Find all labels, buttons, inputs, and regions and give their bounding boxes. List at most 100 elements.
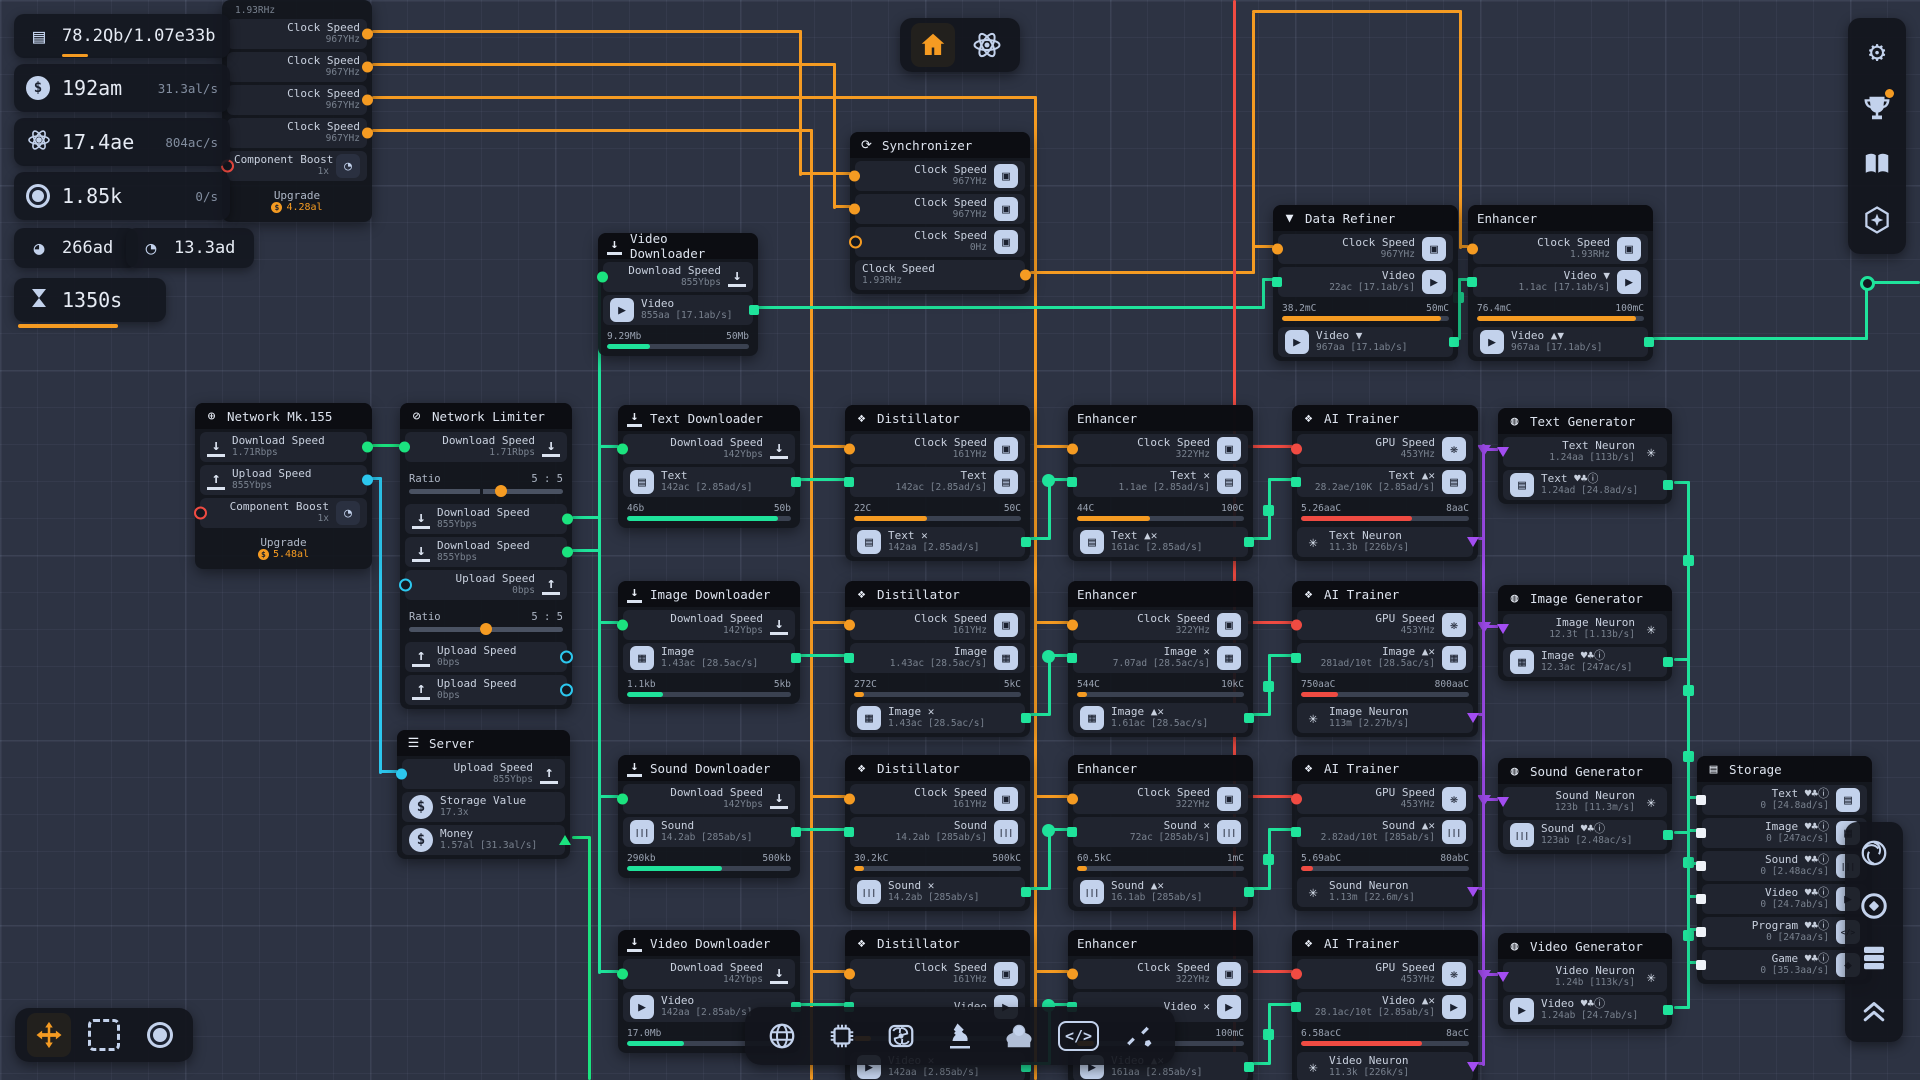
output-port[interactable] xyxy=(1449,337,1459,347)
input-port[interactable] xyxy=(1497,972,1509,982)
node-enhancer-sound[interactable]: EnhancerClock Speed322YHz▣Sound ✕72ac [2… xyxy=(1068,755,1253,911)
node-distillator-sound[interactable]: ❖DistillatorClock Speed161YHz▣Sound14.2a… xyxy=(845,755,1030,911)
ratio-knob[interactable] xyxy=(495,485,507,497)
node-ai-trainer-text[interactable]: ❖AI TrainerGPU Speed453YHz❋Text ▲✕28.2ae… xyxy=(1292,405,1478,561)
output-port[interactable] xyxy=(1663,830,1673,840)
input-port[interactable] xyxy=(1497,447,1509,457)
node-ai-trainer-video[interactable]: ❖AI TrainerGPU Speed453YHz❋Video ▲✕28.1a… xyxy=(1292,930,1478,1080)
input-port[interactable] xyxy=(617,620,628,631)
input-port[interactable] xyxy=(617,794,628,805)
input-port[interactable] xyxy=(1291,653,1301,663)
research-tab[interactable] xyxy=(938,1014,982,1058)
move-tool[interactable] xyxy=(27,1013,71,1057)
hardware-tab[interactable] xyxy=(820,1014,864,1058)
output-port[interactable] xyxy=(362,475,373,486)
output-port[interactable] xyxy=(1663,480,1673,490)
input-port[interactable] xyxy=(844,794,855,805)
node-distillator-image[interactable]: ❖DistillatorClock Speed161YHz▣Image1.43a… xyxy=(845,581,1030,737)
input-port[interactable] xyxy=(1291,794,1302,805)
input-port[interactable] xyxy=(1467,244,1478,255)
node-text-downloader[interactable]: ↓Text DownloaderDownload Speed142Ybps↓▤T… xyxy=(618,405,800,528)
input-port[interactable] xyxy=(1696,894,1706,904)
input-port[interactable] xyxy=(849,171,860,182)
data-storage-pill[interactable]: ▤ 78.2Qb/1.07e33b xyxy=(14,14,230,58)
node-video-downloader-top[interactable]: ↓Video DownloaderDownload Speed855Ybps↓▶… xyxy=(598,233,758,356)
input-port[interactable] xyxy=(194,507,207,520)
output-port[interactable] xyxy=(1663,1005,1673,1015)
input-port[interactable] xyxy=(396,769,407,780)
node-enhancer-text[interactable]: EnhancerClock Speed322YHz▣Text ✕1.1ae [2… xyxy=(1068,405,1253,561)
node-image-generator[interactable]: ◍Image GeneratorImage Neuron12.3t [1.13b… xyxy=(1498,585,1672,681)
input-port[interactable] xyxy=(1067,620,1078,631)
output-port[interactable] xyxy=(559,835,571,845)
output-port[interactable] xyxy=(1021,713,1031,723)
node-data-refiner[interactable]: ▼Data RefinerClock Speed967YHz▣Video22ac… xyxy=(1273,205,1458,361)
input-port[interactable] xyxy=(1291,1002,1301,1012)
node-sound-downloader[interactable]: ↓Sound DownloaderDownload Speed142Ybps↓|… xyxy=(618,755,800,878)
output-port[interactable] xyxy=(1244,713,1254,723)
input-port[interactable] xyxy=(844,477,854,487)
output-port[interactable] xyxy=(362,29,373,40)
input-port[interactable] xyxy=(849,204,860,215)
input-port[interactable] xyxy=(1272,277,1282,287)
output-port[interactable] xyxy=(362,442,373,453)
output-port[interactable] xyxy=(1644,337,1654,347)
ratio-knob[interactable] xyxy=(480,623,492,635)
ratio-slider[interactable] xyxy=(409,489,563,494)
encyclopedia-button[interactable] xyxy=(1855,142,1899,186)
input-port[interactable] xyxy=(1067,653,1077,663)
output-port[interactable] xyxy=(1244,537,1254,547)
output-port[interactable] xyxy=(562,547,573,558)
output-port[interactable] xyxy=(1020,270,1031,281)
input-port[interactable] xyxy=(1696,960,1706,970)
node-text-generator[interactable]: ◍Text GeneratorText Neuron1.24aa [113b/s… xyxy=(1498,408,1672,504)
input-port[interactable] xyxy=(617,444,628,455)
node-enhancer-image[interactable]: EnhancerClock Speed322YHz▣Image ✕7.07ad … xyxy=(1068,581,1253,737)
input-port[interactable] xyxy=(844,620,855,631)
tools-tab[interactable] xyxy=(1116,1014,1160,1058)
node-video-generator[interactable]: ◍Video GeneratorVideo Neuron1.24b [113k/… xyxy=(1498,933,1672,1029)
input-port[interactable] xyxy=(844,653,854,663)
input-port[interactable] xyxy=(1291,477,1301,487)
output-port[interactable] xyxy=(562,514,573,525)
marquee-select-tool[interactable] xyxy=(82,1013,126,1057)
node-image-downloader[interactable]: ↓Image DownloaderDownload Speed142Ybps↓▦… xyxy=(618,581,800,704)
input-port[interactable] xyxy=(1067,827,1077,837)
settings-button[interactable]: ⚙ xyxy=(1855,30,1899,74)
output-port[interactable] xyxy=(791,477,801,487)
cores-pill[interactable]: 1.85k 0/s xyxy=(14,172,230,220)
input-port[interactable] xyxy=(1497,797,1509,807)
upgrade-button[interactable]: Upgrade$5.48al xyxy=(200,531,367,565)
input-port[interactable] xyxy=(1291,827,1301,837)
home-button[interactable] xyxy=(911,23,955,67)
input-port[interactable] xyxy=(399,442,410,453)
money-pill[interactable]: $ 192am 31.3al/s xyxy=(14,64,230,112)
input-port[interactable] xyxy=(844,444,855,455)
node-sound-generator[interactable]: ◍Sound GeneratorSound Neuron123b [11.3m/… xyxy=(1498,758,1672,854)
output-port[interactable] xyxy=(1467,713,1479,723)
network-tab[interactable] xyxy=(760,1014,804,1058)
input-port[interactable] xyxy=(1291,444,1302,455)
output-port[interactable] xyxy=(560,651,573,664)
input-port[interactable] xyxy=(1067,477,1077,487)
output-port[interactable] xyxy=(1244,887,1254,897)
share-pill[interactable]: ◕ 266ad xyxy=(14,228,138,268)
output-port[interactable] xyxy=(362,95,373,106)
input-port[interactable] xyxy=(1467,277,1477,287)
node-ai-trainer-image[interactable]: ❖AI TrainerGPU Speed453YHz❋Image ▲✕281ad… xyxy=(1292,581,1478,737)
output-port[interactable] xyxy=(791,827,801,837)
target-button[interactable] xyxy=(1852,884,1896,928)
input-port[interactable] xyxy=(844,969,855,980)
circle-select-tool[interactable] xyxy=(138,1013,182,1057)
input-port[interactable] xyxy=(1696,828,1706,838)
output-port[interactable] xyxy=(560,684,573,697)
output-port[interactable] xyxy=(362,128,373,139)
timer-pill[interactable]: 1350s xyxy=(14,278,166,322)
output-port[interactable] xyxy=(1467,887,1479,897)
output-port[interactable] xyxy=(1663,657,1673,667)
input-port[interactable] xyxy=(1497,624,1509,634)
output-port[interactable] xyxy=(791,653,801,663)
input-port[interactable] xyxy=(849,236,862,249)
output-port[interactable] xyxy=(749,305,759,315)
input-port[interactable] xyxy=(1696,927,1706,937)
